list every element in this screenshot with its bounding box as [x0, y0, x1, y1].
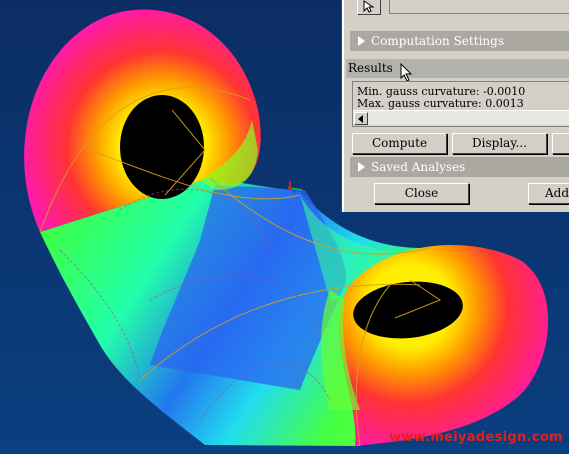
compute-button[interactable]: Compute	[352, 133, 447, 154]
results-header: Results	[346, 59, 569, 78]
arrow-cursor-icon	[363, 0, 375, 13]
add-button[interactable]: Add I	[528, 183, 569, 204]
expand-triangle-icon	[358, 36, 365, 46]
results-output: Min. gauss curvature: -0.0010 Max. gauss…	[352, 81, 569, 127]
max-gauss-curvature: Max. gauss curvature: 0.0013	[357, 97, 524, 110]
select-tool-button[interactable]	[357, 0, 381, 15]
computation-settings-header[interactable]: Computation Settings	[350, 31, 569, 51]
saved-analyses-header[interactable]: Saved Analyses	[350, 157, 569, 177]
display-button[interactable]: Display...	[452, 133, 547, 154]
left-hole	[120, 95, 204, 199]
expand-triangle-icon	[358, 162, 365, 172]
toolbar-divider	[389, 0, 569, 14]
mouse-pointer-icon	[400, 63, 413, 82]
analysis-panel: Computation Settings Results Min. gauss …	[342, 0, 569, 212]
watermark: www.meiyadesign.com	[389, 430, 563, 445]
extra-button[interactable]	[552, 133, 569, 154]
results-scrollbar[interactable]	[353, 110, 569, 125]
scroll-left-icon[interactable]	[354, 112, 368, 125]
close-button[interactable]: Close	[374, 183, 469, 204]
